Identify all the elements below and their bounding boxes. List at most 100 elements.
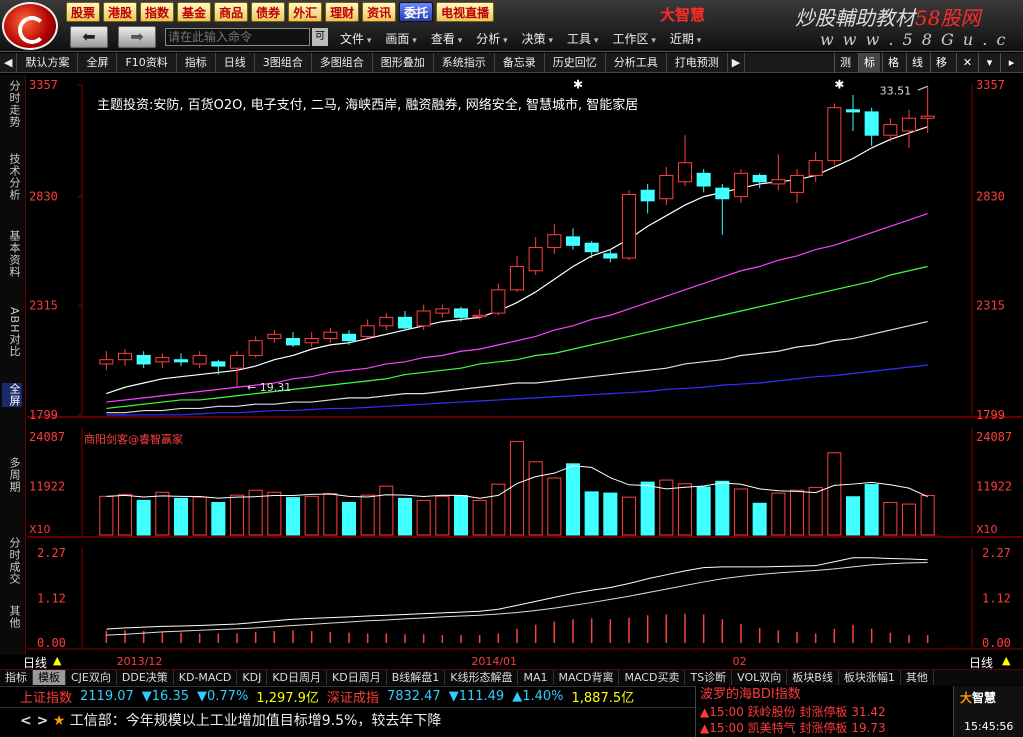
toolbar-item[interactable]: 备忘录: [495, 52, 545, 73]
volume-bar[interactable]: [883, 501, 898, 536]
volume-bar[interactable]: [901, 503, 917, 536]
volume-bar[interactable]: [528, 461, 543, 536]
sidebar-tab[interactable]: ABH对比: [2, 307, 22, 357]
market-button[interactable]: 基金: [177, 2, 212, 22]
sidebar-tab[interactable]: 其他: [2, 605, 22, 629]
command-input[interactable]: [165, 28, 310, 46]
candle[interactable]: [547, 234, 562, 248]
toolbar-item[interactable]: 分析工具: [606, 52, 667, 73]
sidebar-tab[interactable]: 分时走势: [2, 80, 22, 128]
candle[interactable]: [752, 174, 767, 183]
toolbar-item[interactable]: 系统指示: [434, 52, 495, 73]
event-star-icon[interactable]: ✱: [834, 78, 844, 92]
period-tag-left[interactable]: 日线: [23, 654, 47, 671]
period-tag-left-icon[interactable]: ▲: [53, 654, 61, 667]
candle[interactable]: [901, 117, 917, 132]
menu-item[interactable]: 工具: [567, 30, 598, 47]
alert-title[interactable]: 波罗的海BDI指数: [696, 686, 953, 704]
menu-item[interactable]: 工作区: [612, 30, 655, 47]
sidebar-tab[interactable]: 分时成交: [2, 537, 22, 585]
volume-bar[interactable]: [733, 488, 749, 536]
volume-bar[interactable]: [211, 501, 226, 536]
volume-bar[interactable]: [117, 493, 133, 536]
indicator-tab[interactable]: 其他: [901, 670, 934, 685]
toolbar-item[interactable]: 3图组合: [255, 52, 312, 73]
indicator-tab[interactable]: 板块B线: [787, 670, 839, 685]
market-button[interactable]: 债券: [251, 2, 286, 22]
candle[interactable]: [192, 354, 207, 365]
volume-bar[interactable]: [472, 499, 487, 536]
candle[interactable]: [621, 194, 637, 259]
candle[interactable]: [173, 359, 189, 363]
toolbar-item[interactable]: 历史回忆: [545, 52, 606, 73]
candle[interactable]: [341, 333, 357, 342]
event-star-icon[interactable]: ✱: [573, 78, 583, 92]
market-button[interactable]: 资讯: [362, 2, 397, 22]
toolbar-tab[interactable]: 测: [834, 53, 856, 73]
expand-icon[interactable]: ▸: [1000, 53, 1022, 73]
market-button[interactable]: 指数: [140, 2, 175, 22]
candle[interactable]: [136, 354, 151, 365]
volume-bar[interactable]: [360, 494, 375, 536]
menu-item[interactable]: 文件: [340, 30, 371, 47]
command-dropdown[interactable]: 可: [312, 28, 328, 46]
indicator-tab[interactable]: 指标: [0, 670, 33, 685]
volume-bar[interactable]: [789, 489, 805, 536]
candle[interactable]: [99, 359, 114, 365]
toolbar-scroll-right[interactable]: ▶: [728, 52, 746, 73]
alert-row[interactable]: ▲15:00 凯美特气 封涨停板 19.73: [696, 720, 953, 736]
volume-bar[interactable]: [229, 494, 245, 536]
candle[interactable]: [771, 179, 786, 185]
indicator-tab[interactable]: DDE决策: [117, 670, 174, 685]
indicator-tab[interactable]: CJE双向: [66, 670, 117, 685]
toolbar-tab[interactable]: 格: [882, 53, 904, 73]
menu-item[interactable]: 画面: [385, 30, 416, 47]
candle[interactable]: [603, 253, 618, 259]
toolbar-item[interactable]: F10资料: [117, 52, 177, 73]
toolbar-tab[interactable]: 移: [930, 53, 952, 73]
menu-item[interactable]: 查看: [431, 30, 462, 47]
candle[interactable]: [659, 174, 674, 200]
candle[interactable]: [323, 331, 338, 340]
indicator-tab[interactable]: MA1: [518, 670, 554, 685]
candle[interactable]: [453, 308, 469, 318]
volume-bar[interactable]: [640, 481, 655, 536]
indicator-tab[interactable]: 模板: [33, 670, 66, 685]
market-button[interactable]: 港股: [103, 2, 138, 22]
toolbar-tab[interactable]: 线: [906, 53, 928, 73]
menu-item[interactable]: 决策: [522, 30, 553, 47]
sidebar-tab[interactable]: 全屏: [2, 383, 22, 407]
sidebar-tab[interactable]: 基本资料: [2, 230, 22, 278]
candle[interactable]: [883, 124, 898, 136]
toolbar-item[interactable]: 多图组合: [312, 52, 373, 73]
alert-row[interactable]: ▲15:00 跃岭股份 封涨停板 31.42: [696, 704, 953, 720]
candle[interactable]: [117, 352, 133, 361]
toolbar-item[interactable]: 指标: [177, 52, 216, 73]
volume-bar[interactable]: [864, 484, 879, 536]
volume-bar[interactable]: [379, 485, 394, 536]
candle[interactable]: [509, 266, 525, 291]
sidebar-tab[interactable]: 技术分析: [2, 153, 22, 201]
indicator-tab[interactable]: VOL双向: [732, 670, 788, 685]
market-button[interactable]: 理财: [325, 2, 360, 22]
volume-bar[interactable]: [453, 495, 469, 536]
period-tag-right-icon[interactable]: ▲: [1002, 654, 1010, 667]
app-logo[interactable]: [2, 2, 58, 50]
volume-bar[interactable]: [715, 480, 730, 536]
candle[interactable]: [920, 115, 935, 119]
market-button[interactable]: 外汇: [288, 2, 323, 22]
volume-bar[interactable]: [435, 495, 450, 536]
sh-index-name[interactable]: 上证指数: [20, 687, 72, 706]
tv-live-button[interactable]: 电视直播: [436, 2, 495, 22]
sz-index-name[interactable]: 深证成指: [327, 687, 379, 706]
candle[interactable]: [789, 174, 805, 193]
news-nav-arrows[interactable]: < >: [20, 713, 48, 729]
candle[interactable]: [397, 316, 413, 329]
toolbar-scroll-left[interactable]: ◀: [0, 52, 18, 73]
volume-bar[interactable]: [267, 491, 282, 536]
volume-bar[interactable]: [304, 495, 319, 536]
news-bar[interactable]: < > ★ 工信部：今年规模以上工业增加值目标增9.5%，较去年下降: [0, 707, 695, 735]
indicator-tab[interactable]: 板块涨幅1: [839, 670, 901, 685]
candle[interactable]: [285, 338, 301, 346]
volume-bar[interactable]: [509, 440, 525, 536]
